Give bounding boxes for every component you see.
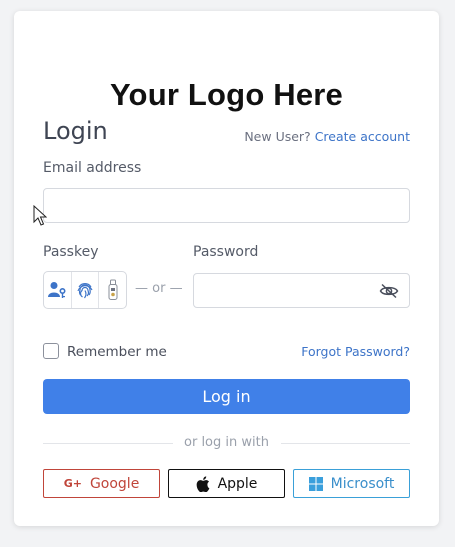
passkey-usb-button[interactable]	[99, 272, 126, 308]
fingerprint-icon	[77, 283, 93, 299]
apple-icon	[196, 475, 209, 492]
passkey-label: Passkey	[43, 244, 99, 260]
divider-right	[281, 443, 410, 444]
usb-key-icon	[108, 279, 118, 300]
eye-slash-icon[interactable]	[379, 283, 399, 299]
page-title: Login	[43, 117, 108, 145]
new-user-text: New User?	[244, 129, 311, 144]
apple-login-button[interactable]: Apple	[168, 469, 285, 498]
remember-me-checkbox[interactable]	[43, 343, 59, 359]
mouse-cursor-icon	[33, 205, 47, 226]
login-card: Your Logo Here Login New User? Create ac…	[14, 11, 439, 526]
password-label: Password	[193, 244, 259, 260]
microsoft-login-button[interactable]: Microsoft	[293, 469, 410, 498]
microsoft-label: Microsoft	[330, 475, 395, 492]
google-login-button[interactable]: G+ Google	[43, 469, 160, 498]
passkey-user-button[interactable]	[44, 272, 72, 308]
user-key-icon	[48, 282, 66, 298]
new-user-prompt: New User? Create account	[244, 129, 410, 144]
passkey-fingerprint-button[interactable]	[72, 272, 100, 308]
microsoft-icon	[308, 476, 323, 491]
logo: Your Logo Here	[109, 77, 343, 112]
apple-label: Apple	[217, 475, 258, 492]
google-label: Google	[89, 475, 140, 492]
remember-me-label: Remember me	[67, 344, 167, 360]
google-plus-icon: G+	[63, 477, 82, 490]
passkey-or-separator: — or —	[135, 281, 183, 296]
email-label: Email address	[43, 160, 142, 176]
password-field[interactable]	[193, 273, 410, 308]
forgot-password-link[interactable]: Forgot Password?	[301, 344, 410, 359]
login-button[interactable]: Log in	[43, 379, 410, 414]
create-account-link[interactable]: Create account	[315, 129, 410, 144]
passkey-group	[43, 271, 127, 309]
email-field[interactable]	[43, 188, 410, 223]
